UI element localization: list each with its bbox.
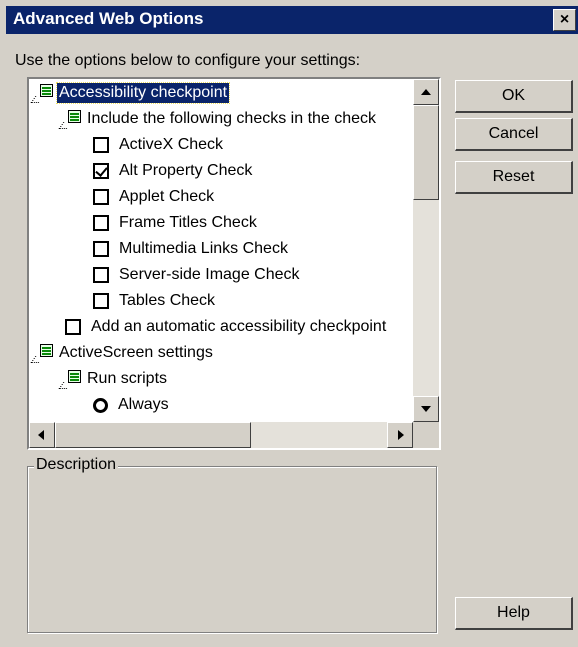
help-button[interactable]: Help (455, 597, 573, 630)
tree-node-icon (58, 108, 85, 130)
tree-node-icon (30, 342, 57, 364)
dialog-title: Advanced Web Options (13, 9, 204, 28)
vertical-scrollbar[interactable] (413, 79, 439, 422)
checkbox-add-automatic-accessibility-checkpoint[interactable]: Add an automatic accessibility checkpoin… (65, 315, 388, 339)
tree-node-run-scripts[interactable]: Run scripts (58, 367, 169, 391)
tree-node-accessibility-checkpoint[interactable]: Accessibility checkpoint (30, 81, 231, 105)
close-icon: × (559, 11, 570, 28)
checkbox-icon[interactable] (93, 189, 109, 205)
checkbox-label: Applet Check (119, 188, 215, 205)
checkbox-frame-titles-check[interactable]: Frame Titles Check (93, 211, 259, 235)
tree-viewport: Accessibility checkpoint Include the fol… (29, 79, 413, 422)
checkbox-alt-property-check[interactable]: Alt Property Check (93, 159, 254, 183)
tree-node-label: Include the following checks in the chec… (87, 110, 377, 127)
checkbox-label: Server-side Image Check (119, 266, 300, 283)
scroll-down-icon[interactable] (413, 396, 439, 422)
radio-always[interactable]: Always (93, 393, 171, 417)
scroll-left-icon[interactable] (29, 422, 55, 448)
tree-node-label: ActiveScreen settings (59, 344, 213, 361)
checkbox-activex-check[interactable]: ActiveX Check (93, 133, 225, 157)
vertical-scroll-thumb[interactable] (413, 105, 439, 200)
checkbox-icon[interactable] (93, 241, 109, 257)
reset-button[interactable]: Reset (455, 161, 573, 194)
tree-node-icon (58, 368, 85, 390)
checkbox-icon[interactable] (93, 267, 109, 283)
options-tree[interactable]: Accessibility checkpoint Include the fol… (27, 77, 441, 450)
close-button[interactable]: × (553, 9, 576, 31)
title-bar: Advanced Web Options × (6, 6, 578, 34)
tree-node-label: Run scripts (87, 370, 168, 387)
checkbox-label: Frame Titles Check (119, 214, 257, 231)
cancel-button[interactable]: Cancel (455, 118, 573, 151)
tree-node-label: Accessibility checkpoint (55, 82, 231, 104)
description-legend: Description (34, 456, 119, 474)
advanced-web-options-dialog: Advanced Web Options × Use the options b… (0, 0, 578, 647)
radio-label: Always (118, 396, 169, 413)
radio-icon[interactable] (93, 397, 108, 413)
tree-node-activescreen-settings[interactable]: ActiveScreen settings (30, 341, 215, 365)
checkbox-label: Tables Check (119, 292, 216, 309)
scroll-right-icon[interactable] (387, 422, 413, 448)
checkbox-server-side-image-check[interactable]: Server-side Image Check (93, 263, 302, 287)
checkbox-tables-check[interactable]: Tables Check (93, 289, 217, 313)
tree-node-include-checks[interactable]: Include the following checks in the chec… (58, 107, 378, 131)
checkbox-multimedia-links-check[interactable]: Multimedia Links Check (93, 237, 290, 261)
description-groupbox: Description (27, 456, 437, 633)
checkbox-label: Add an automatic accessibility checkpoin… (91, 318, 387, 335)
horizontal-scroll-thumb[interactable] (55, 422, 251, 448)
instructions-label: Use the options below to configure your … (15, 52, 361, 69)
checkbox-label: ActiveX Check (119, 136, 224, 153)
checkbox-icon[interactable] (93, 293, 109, 309)
checkbox-checked-icon[interactable] (93, 163, 109, 179)
ok-button[interactable]: OK (455, 80, 573, 113)
checkbox-icon[interactable] (93, 215, 109, 231)
scroll-up-icon[interactable] (413, 79, 439, 105)
checkbox-icon[interactable] (65, 319, 81, 335)
scrollbar-corner (413, 422, 439, 448)
checkbox-label: Alt Property Check (119, 162, 253, 179)
horizontal-scrollbar[interactable] (29, 422, 413, 448)
tree-node-icon (30, 82, 57, 104)
checkbox-label: Multimedia Links Check (119, 240, 288, 257)
checkbox-applet-check[interactable]: Applet Check (93, 185, 216, 209)
checkbox-icon[interactable] (93, 137, 109, 153)
